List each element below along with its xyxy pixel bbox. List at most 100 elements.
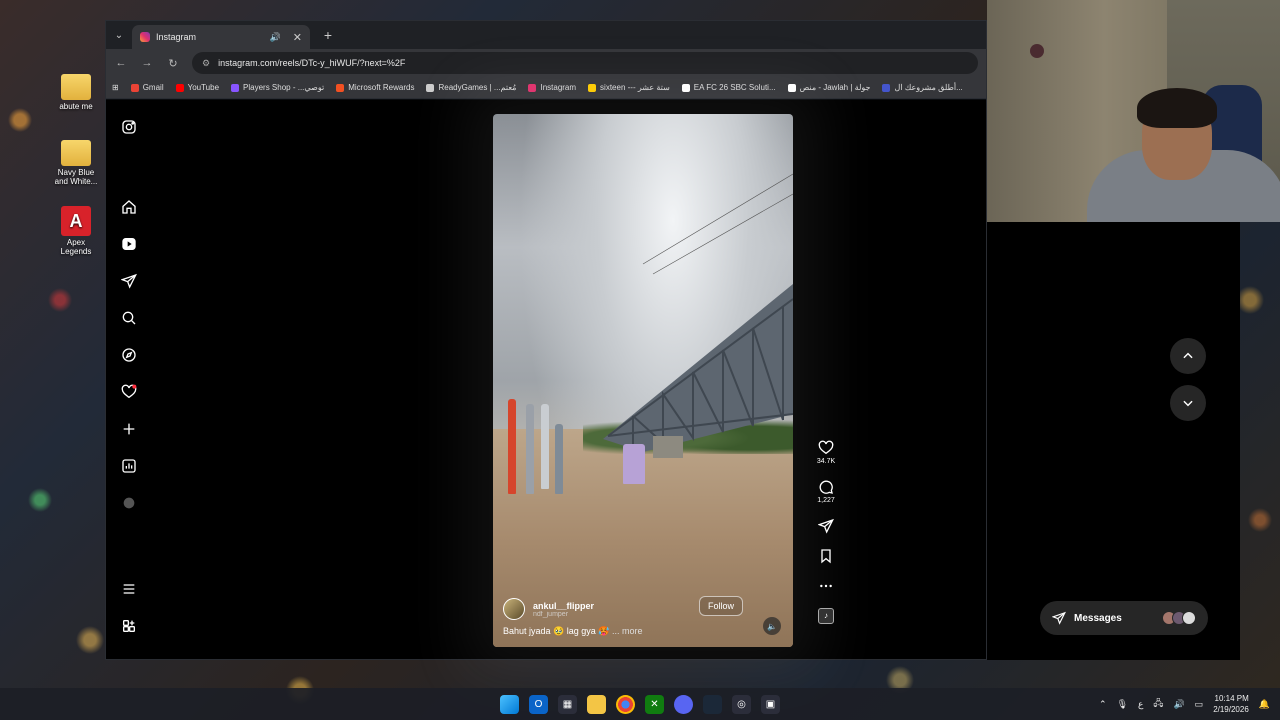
next-reel-button[interactable] xyxy=(1170,385,1206,421)
menu-hamburger-icon[interactable] xyxy=(120,580,138,598)
dashboard-icon[interactable] xyxy=(120,457,138,475)
messages-icon xyxy=(1052,611,1066,625)
bookmark-microsoft-rewards[interactable]: Microsoft Rewards xyxy=(336,83,414,92)
video-bridge xyxy=(603,173,793,458)
reel-video[interactable]: ankul__flipper ndf_jumper Follow Bahut j… xyxy=(493,114,793,647)
bookmark-instagram[interactable]: Instagram xyxy=(528,83,576,92)
save-action[interactable] xyxy=(812,548,840,564)
home-icon[interactable] xyxy=(120,198,138,216)
more-dots-icon xyxy=(820,584,832,588)
comment-count: 1,227 xyxy=(817,497,835,504)
bookmark-players-shop[interactable]: Players Shop - ...توصي xyxy=(231,83,324,92)
gamebar-icon[interactable]: ▣ xyxy=(761,694,780,714)
jawlah-icon xyxy=(787,83,796,92)
desktop-icon-apex[interactable]: A Apex Legends xyxy=(52,206,100,256)
volume-icon[interactable]: 🔊 xyxy=(1173,699,1184,710)
file-explorer-icon[interactable] xyxy=(587,694,606,714)
reels-icon[interactable] xyxy=(120,235,138,253)
readygames-icon xyxy=(426,83,435,92)
explore-compass-icon[interactable] xyxy=(120,346,138,364)
follow-button[interactable]: Follow xyxy=(698,596,743,616)
instagram-sidebar xyxy=(106,100,152,659)
discord-icon[interactable] xyxy=(674,694,693,714)
close-tab-icon[interactable]: ✕ xyxy=(293,31,302,44)
chevron-down-icon xyxy=(1183,400,1193,407)
notification-bell-icon[interactable]: 🔔 xyxy=(1259,699,1270,710)
clock-date: 2/19/2026 xyxy=(1213,705,1249,714)
avatar xyxy=(1182,611,1196,625)
create-plus-icon[interactable] xyxy=(120,420,138,438)
microphone-icon[interactable]: 🎙 xyxy=(1117,699,1128,710)
audio-attribution[interactable]: ndf_jumper xyxy=(533,611,594,618)
audio-playing-icon[interactable]: 🔊 xyxy=(270,32,281,43)
system-clock[interactable]: 10:14 PM 2/19/2026 xyxy=(1213,693,1249,715)
tab-instagram[interactable]: Instagram 🔊 ✕ xyxy=(132,25,310,49)
start-windows-icon[interactable] xyxy=(500,694,519,714)
bookmark-project[interactable]: أطلق مشروعك ال... xyxy=(882,83,963,92)
tab-title: Instagram xyxy=(156,32,197,42)
outlook-icon[interactable]: O xyxy=(529,694,548,714)
browser-window: ⌄ Instagram 🔊 ✕ + ← → ↻ ⚙ instagram.com/… xyxy=(105,20,1207,660)
network-icon[interactable]: 🖧 xyxy=(1153,696,1163,712)
store-icon[interactable]: ▦ xyxy=(558,694,577,714)
video-person xyxy=(541,404,549,489)
mute-toggle-icon[interactable]: 🔈 xyxy=(763,617,781,635)
tab-search-button[interactable]: ⌄ xyxy=(106,21,132,49)
reel-caption: Bahut jyada 🥹 lag gya 🥵 ... more xyxy=(503,626,783,637)
bookmark-youtube[interactable]: YouTube xyxy=(175,83,219,92)
desktop-icon-label: Apex Legends xyxy=(60,238,92,256)
share-action[interactable] xyxy=(812,518,840,534)
desktop-icon-folder[interactable]: abute me xyxy=(52,74,100,111)
project-icon xyxy=(882,83,891,92)
bookmark-jawlah[interactable]: منص - Jawlah | جولة xyxy=(787,83,870,92)
navigation-bar: ← → ↻ ⚙ instagram.com/reels/DTc-y_hiWUF/… xyxy=(106,49,986,77)
also-from-meta-icon[interactable] xyxy=(120,617,138,635)
instagram-page-extension xyxy=(987,222,1240,660)
share-icon xyxy=(818,518,834,534)
address-bar[interactable]: ⚙ instagram.com/reels/DTc-y_hiWUF/?next=… xyxy=(192,52,978,74)
comment-icon xyxy=(819,480,833,494)
original-audio-thumbnail[interactable]: ♪ xyxy=(818,608,834,624)
messages-avatars xyxy=(1162,611,1196,625)
site-info-icon[interactable]: ⚙ xyxy=(202,58,210,69)
video-person xyxy=(526,404,534,494)
messages-label: Messages xyxy=(1074,612,1122,624)
url-text: instagram.com/reels/DTc-y_hiWUF/?next=%2… xyxy=(218,58,406,68)
search-icon[interactable] xyxy=(120,309,138,327)
bookmark-ea-fc[interactable]: EA FC 26 SBC Soluti... xyxy=(681,83,776,92)
forward-button[interactable]: → xyxy=(140,57,154,69)
caption-more-link[interactable]: ... more xyxy=(612,626,643,636)
webcam-person-hair xyxy=(1137,88,1217,128)
apex-legends-icon: A xyxy=(61,206,91,236)
folder-icon xyxy=(61,140,91,166)
chevron-up-icon[interactable]: ⌃ xyxy=(1099,699,1107,710)
bookmarks-bar: ⊞ Gmail YouTube Players Shop - ...توصي M… xyxy=(106,77,986,99)
desktop-icon-folder-2[interactable]: Navy Blue and White... xyxy=(52,140,100,186)
direct-messages-icon[interactable] xyxy=(120,272,138,290)
chrome-icon[interactable] xyxy=(616,694,635,714)
input-language[interactable]: ع xyxy=(1138,699,1143,710)
back-button[interactable]: ← xyxy=(114,57,128,69)
recording-app-icon[interactable]: ◎ xyxy=(732,694,751,714)
profile-avatar[interactable] xyxy=(120,494,138,512)
bookmark-sixteen[interactable]: sixteen --- ستة عشر xyxy=(588,83,670,92)
webcam-overlay xyxy=(987,0,1280,222)
like-action[interactable]: 34.7K xyxy=(812,440,840,465)
apps-grid-icon[interactable]: ⊞ xyxy=(112,83,119,92)
battery-icon[interactable]: ▭ xyxy=(1195,699,1204,710)
reload-button[interactable]: ↻ xyxy=(166,57,180,70)
new-tab-button[interactable]: + xyxy=(316,27,340,43)
steam-icon[interactable] xyxy=(703,694,722,714)
bookmark-readygames[interactable]: ReadyGames | ...مُعتم xyxy=(426,83,516,92)
xbox-icon[interactable]: ✕ xyxy=(645,694,664,714)
author-avatar[interactable] xyxy=(503,598,525,620)
caption-text: Bahut jyada 🥹 lag gya 🥵 xyxy=(503,626,610,636)
comment-action[interactable]: 1,227 xyxy=(812,479,840,504)
more-options-action[interactable] xyxy=(812,578,840,594)
instagram-logo-icon[interactable] xyxy=(120,118,138,136)
messages-button[interactable]: Messages xyxy=(1040,601,1208,635)
author-username[interactable]: ankul__flipper xyxy=(533,601,594,611)
bookmark-gmail[interactable]: Gmail xyxy=(130,83,164,92)
notifications-heart-icon[interactable] xyxy=(120,383,138,401)
previous-reel-button[interactable] xyxy=(1170,338,1206,374)
